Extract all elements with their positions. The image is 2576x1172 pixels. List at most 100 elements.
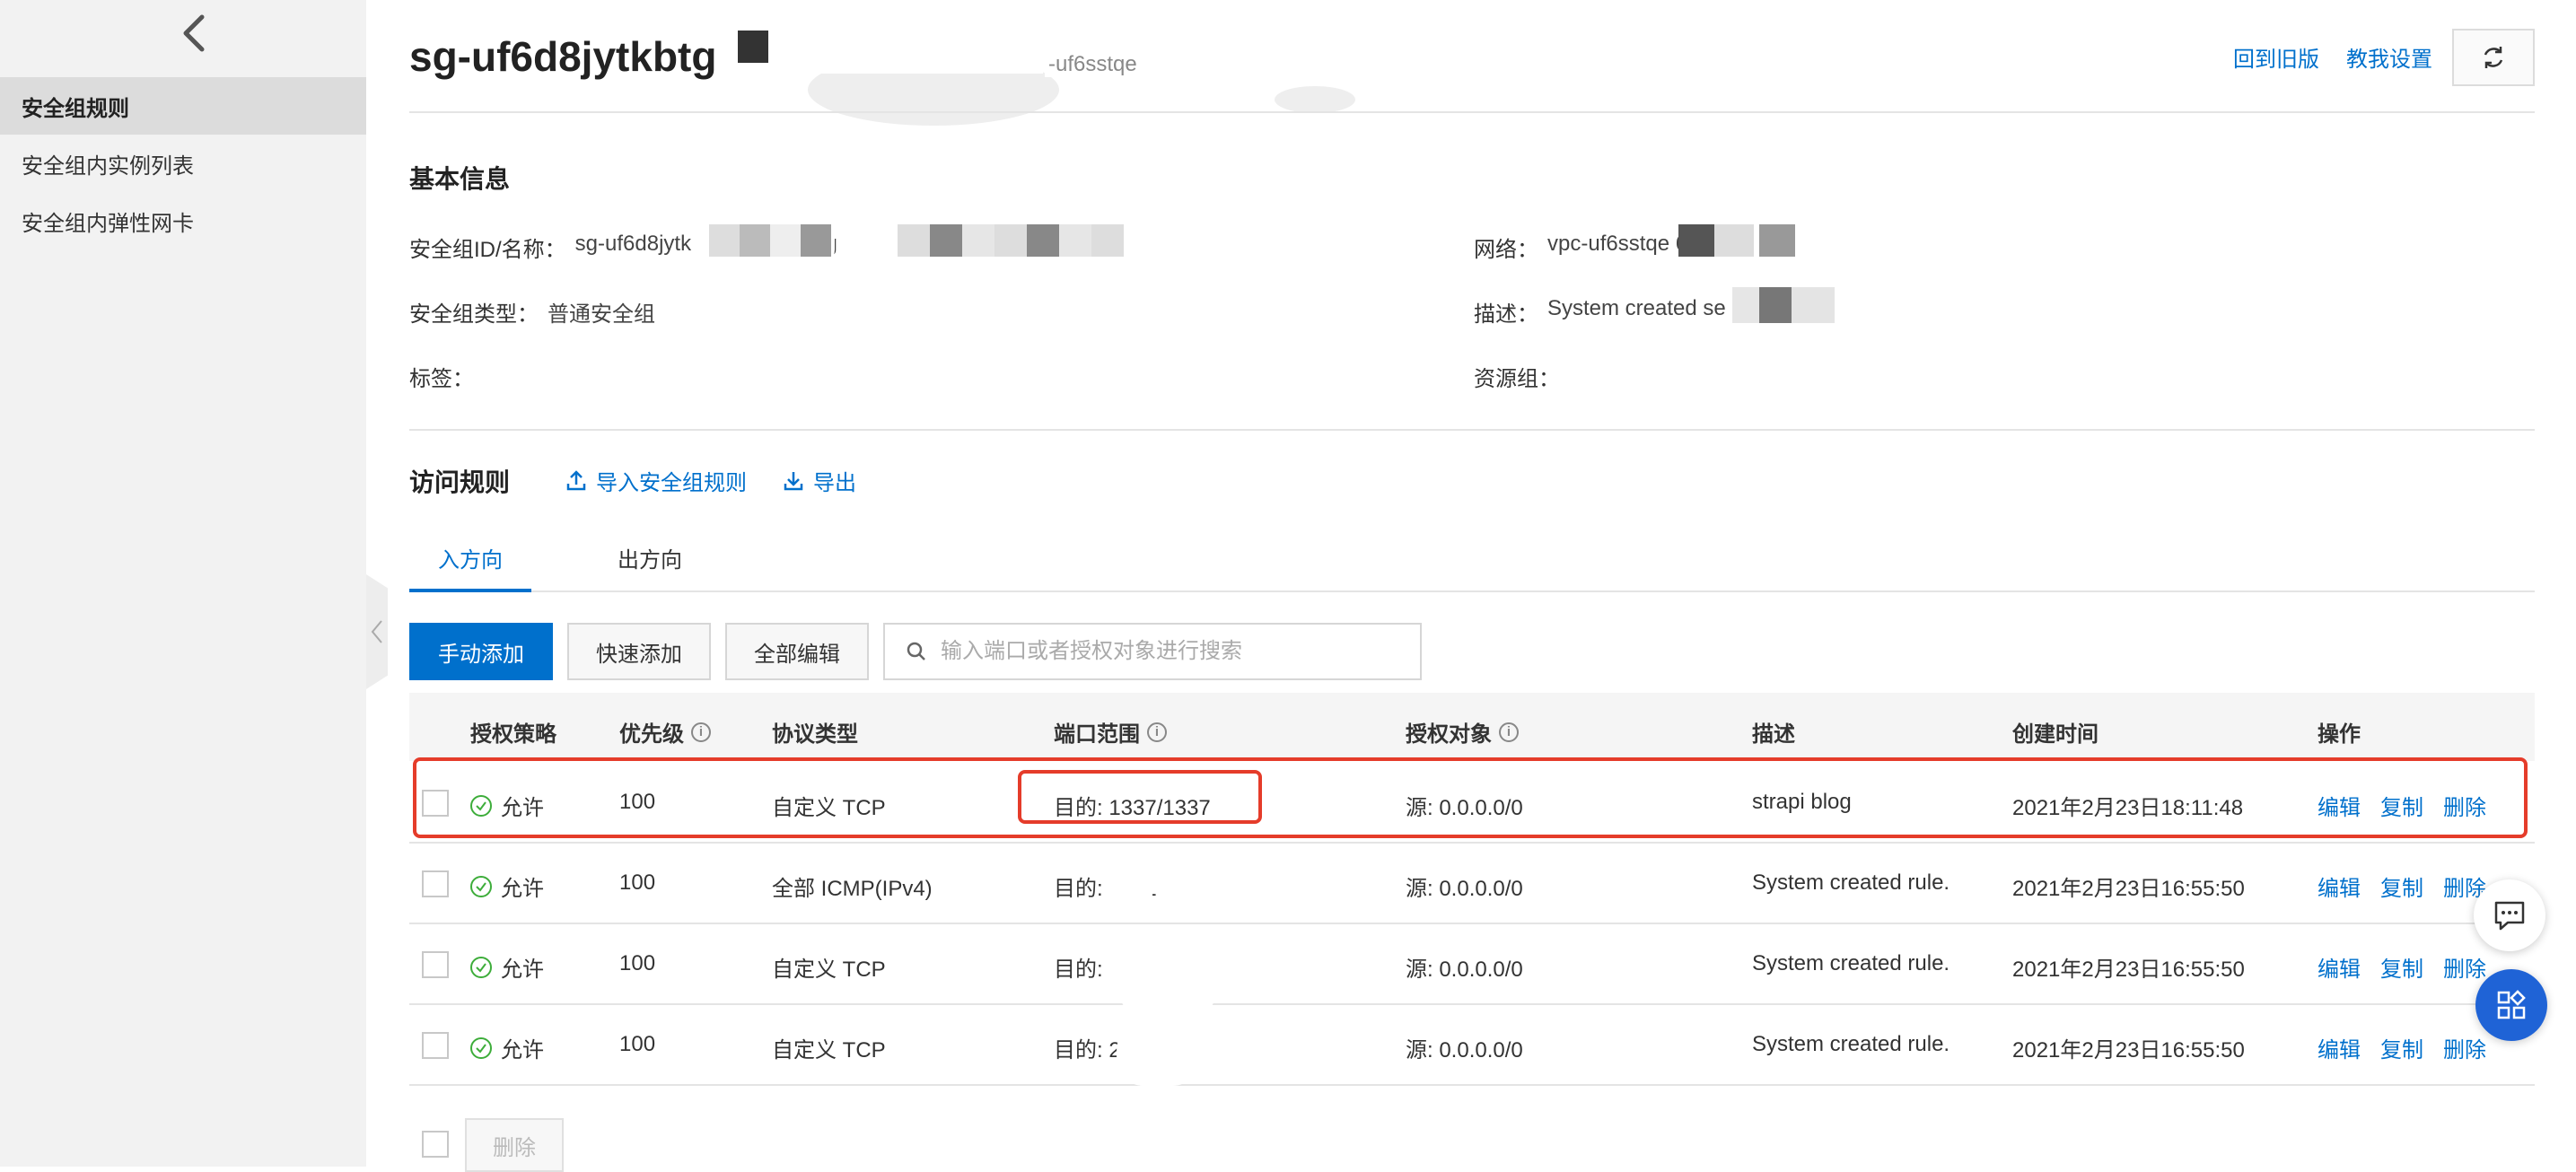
column-header-protocol: 协议类型 [772, 716, 858, 748]
column-label: 授权策略 [470, 722, 556, 747]
divider [409, 111, 2535, 113]
column-label: 操作 [2318, 722, 2361, 747]
select-all-checkbox[interactable] [422, 1131, 449, 1158]
active-tab-indicator [409, 589, 531, 592]
info-description: 描述： System created se up. [1474, 296, 1762, 328]
column-label: 优先级 [619, 722, 684, 747]
column-label: 授权对象 [1406, 722, 1492, 747]
apps-grid-icon [2497, 990, 2526, 1019]
app-menu-button[interactable] [2475, 969, 2547, 1041]
back-button[interactable] [176, 11, 212, 56]
protocol-cell: 自定义 TCP [772, 958, 886, 982]
redaction-block [1792, 287, 1835, 323]
priority-cell: 100 [619, 870, 656, 895]
column-header-auth-object: 授权对象 i [1406, 716, 1519, 748]
delete-link[interactable]: 删除 [2443, 951, 2486, 983]
edit-link[interactable]: 编辑 [2318, 951, 2361, 983]
chevron-left-icon [371, 620, 382, 643]
tab-outbound[interactable]: 出方向 [618, 542, 682, 573]
table-row: 允许 100 自定义 TCP 目的: .9/3: 源: 0.0.0.0/0 Sy… [409, 924, 2535, 1005]
info-icon[interactable]: i [1499, 722, 1519, 742]
info-label: 网络： [1474, 238, 1538, 262]
download-icon [784, 471, 803, 490]
copy-link[interactable]: 复制 [2380, 870, 2423, 902]
page-title-suffix: -uf6sstqe [1045, 52, 1141, 77]
protocol-cell: 全部 ICMP(IPv4) [772, 877, 933, 901]
policy-label: 允许 [501, 958, 544, 982]
redaction-block [770, 224, 801, 257]
actions-cell: 编辑 复制 删除 [2318, 951, 2486, 983]
redaction-block [774, 23, 1043, 74]
sidebar-item-instance-list[interactable]: 安全组内实例列表 [0, 135, 366, 192]
refresh-button[interactable] [2452, 29, 2535, 86]
created-time-cell: 2021年2月23日16:55:50 [2012, 1038, 2245, 1063]
divider [409, 429, 2535, 431]
delete-link[interactable]: 删除 [2443, 1032, 2486, 1063]
column-label: 描述 [1752, 722, 1795, 747]
edit-all-button[interactable]: 全部编辑 [725, 623, 869, 680]
column-header-created-time: 创建时间 [2012, 716, 2098, 748]
info-icon[interactable]: i [1147, 722, 1167, 742]
page-title: sg-uf6d8jytkbtg [409, 33, 717, 80]
info-label: 安全组ID/名称： [409, 238, 566, 262]
copy-link[interactable]: 复制 [2380, 951, 2423, 983]
tab-inbound[interactable]: 入方向 [438, 542, 503, 573]
search-input[interactable] [941, 639, 1407, 664]
info-sg-type: 安全组类型： 普通安全组 [409, 296, 655, 328]
back-to-old-version-link[interactable]: 回到旧版 [2233, 41, 2319, 73]
teach-me-settings-link[interactable]: 教我设置 [2346, 41, 2432, 73]
port-range-cell: 目的: 2 [1054, 1038, 1121, 1063]
priority-cell: 100 [619, 1032, 656, 1056]
edit-link[interactable]: 编辑 [2318, 870, 2361, 902]
redaction-block [1678, 224, 1714, 257]
column-label: 端口范围 [1054, 722, 1140, 747]
copy-link[interactable]: 复制 [2380, 1032, 2423, 1063]
redaction-block [1732, 287, 1759, 323]
search-box[interactable] [883, 623, 1422, 680]
import-rules-link[interactable]: 导入安全组规则 [565, 465, 747, 496]
column-header-description: 描述 [1752, 716, 1795, 748]
row-checkbox[interactable] [422, 1032, 449, 1059]
import-rules-label: 导入安全组规则 [596, 471, 747, 495]
redaction-block [1714, 224, 1754, 257]
access-rules-title: 访问规则 [409, 468, 511, 496]
description-cell: System created rule. [1752, 1032, 1950, 1056]
check-circle-icon [470, 956, 492, 978]
description-cell: System created rule. [1752, 870, 1950, 895]
policy-label: 允许 [501, 1038, 544, 1063]
row-checkbox[interactable] [422, 870, 449, 897]
redaction-block [1113, 854, 1152, 908]
feedback-button[interactable] [2474, 879, 2545, 951]
row-checkbox[interactable] [422, 951, 449, 978]
sidebar-item-eni-list[interactable]: 安全组内弹性网卡 [0, 192, 366, 249]
auth-object-cell: 源: 0.0.0.0/0 [1406, 958, 1523, 982]
sidebar-collapse-handle[interactable] [366, 574, 388, 689]
policy-cell: 允许 [470, 870, 544, 902]
info-value: System created se up. [1547, 296, 1762, 320]
manual-add-button[interactable]: 手动添加 [409, 623, 553, 680]
column-label: 协议类型 [772, 722, 858, 747]
redaction-block [801, 224, 831, 257]
created-time-cell: 2021年2月23日16:55:50 [2012, 877, 2245, 901]
batch-delete-button[interactable]: 删除 [465, 1118, 564, 1172]
policy-label: 允许 [501, 877, 544, 901]
highlight-box-port [1018, 770, 1262, 824]
table-row: 允许 100 自定义 TCP 目的: 2 源: 0.0.0.0/0 System… [409, 1005, 2535, 1086]
redaction-block [738, 31, 768, 63]
chevron-left-icon [183, 14, 205, 52]
redaction-blur [1275, 86, 1355, 113]
created-time-cell: 2021年2月23日16:55:50 [2012, 958, 2245, 982]
column-label: 创建时间 [2012, 722, 2098, 747]
auth-object-cell: 源: 0.0.0.0/0 [1406, 1038, 1523, 1063]
quick-add-button[interactable]: 快速添加 [567, 623, 711, 680]
sidebar-item-security-rules[interactable]: 安全组规则 [0, 77, 366, 135]
redaction-block [709, 224, 740, 257]
header-links: 回到旧版 教我设置 [2233, 41, 2432, 73]
priority-cell: 100 [619, 951, 656, 975]
export-label: 导出 [813, 471, 856, 495]
info-label: 安全组类型： [409, 302, 539, 327]
export-link[interactable]: 导出 [783, 465, 856, 496]
refresh-icon [2484, 47, 2503, 68]
info-icon[interactable]: i [691, 722, 711, 742]
edit-link[interactable]: 编辑 [2318, 1032, 2361, 1063]
